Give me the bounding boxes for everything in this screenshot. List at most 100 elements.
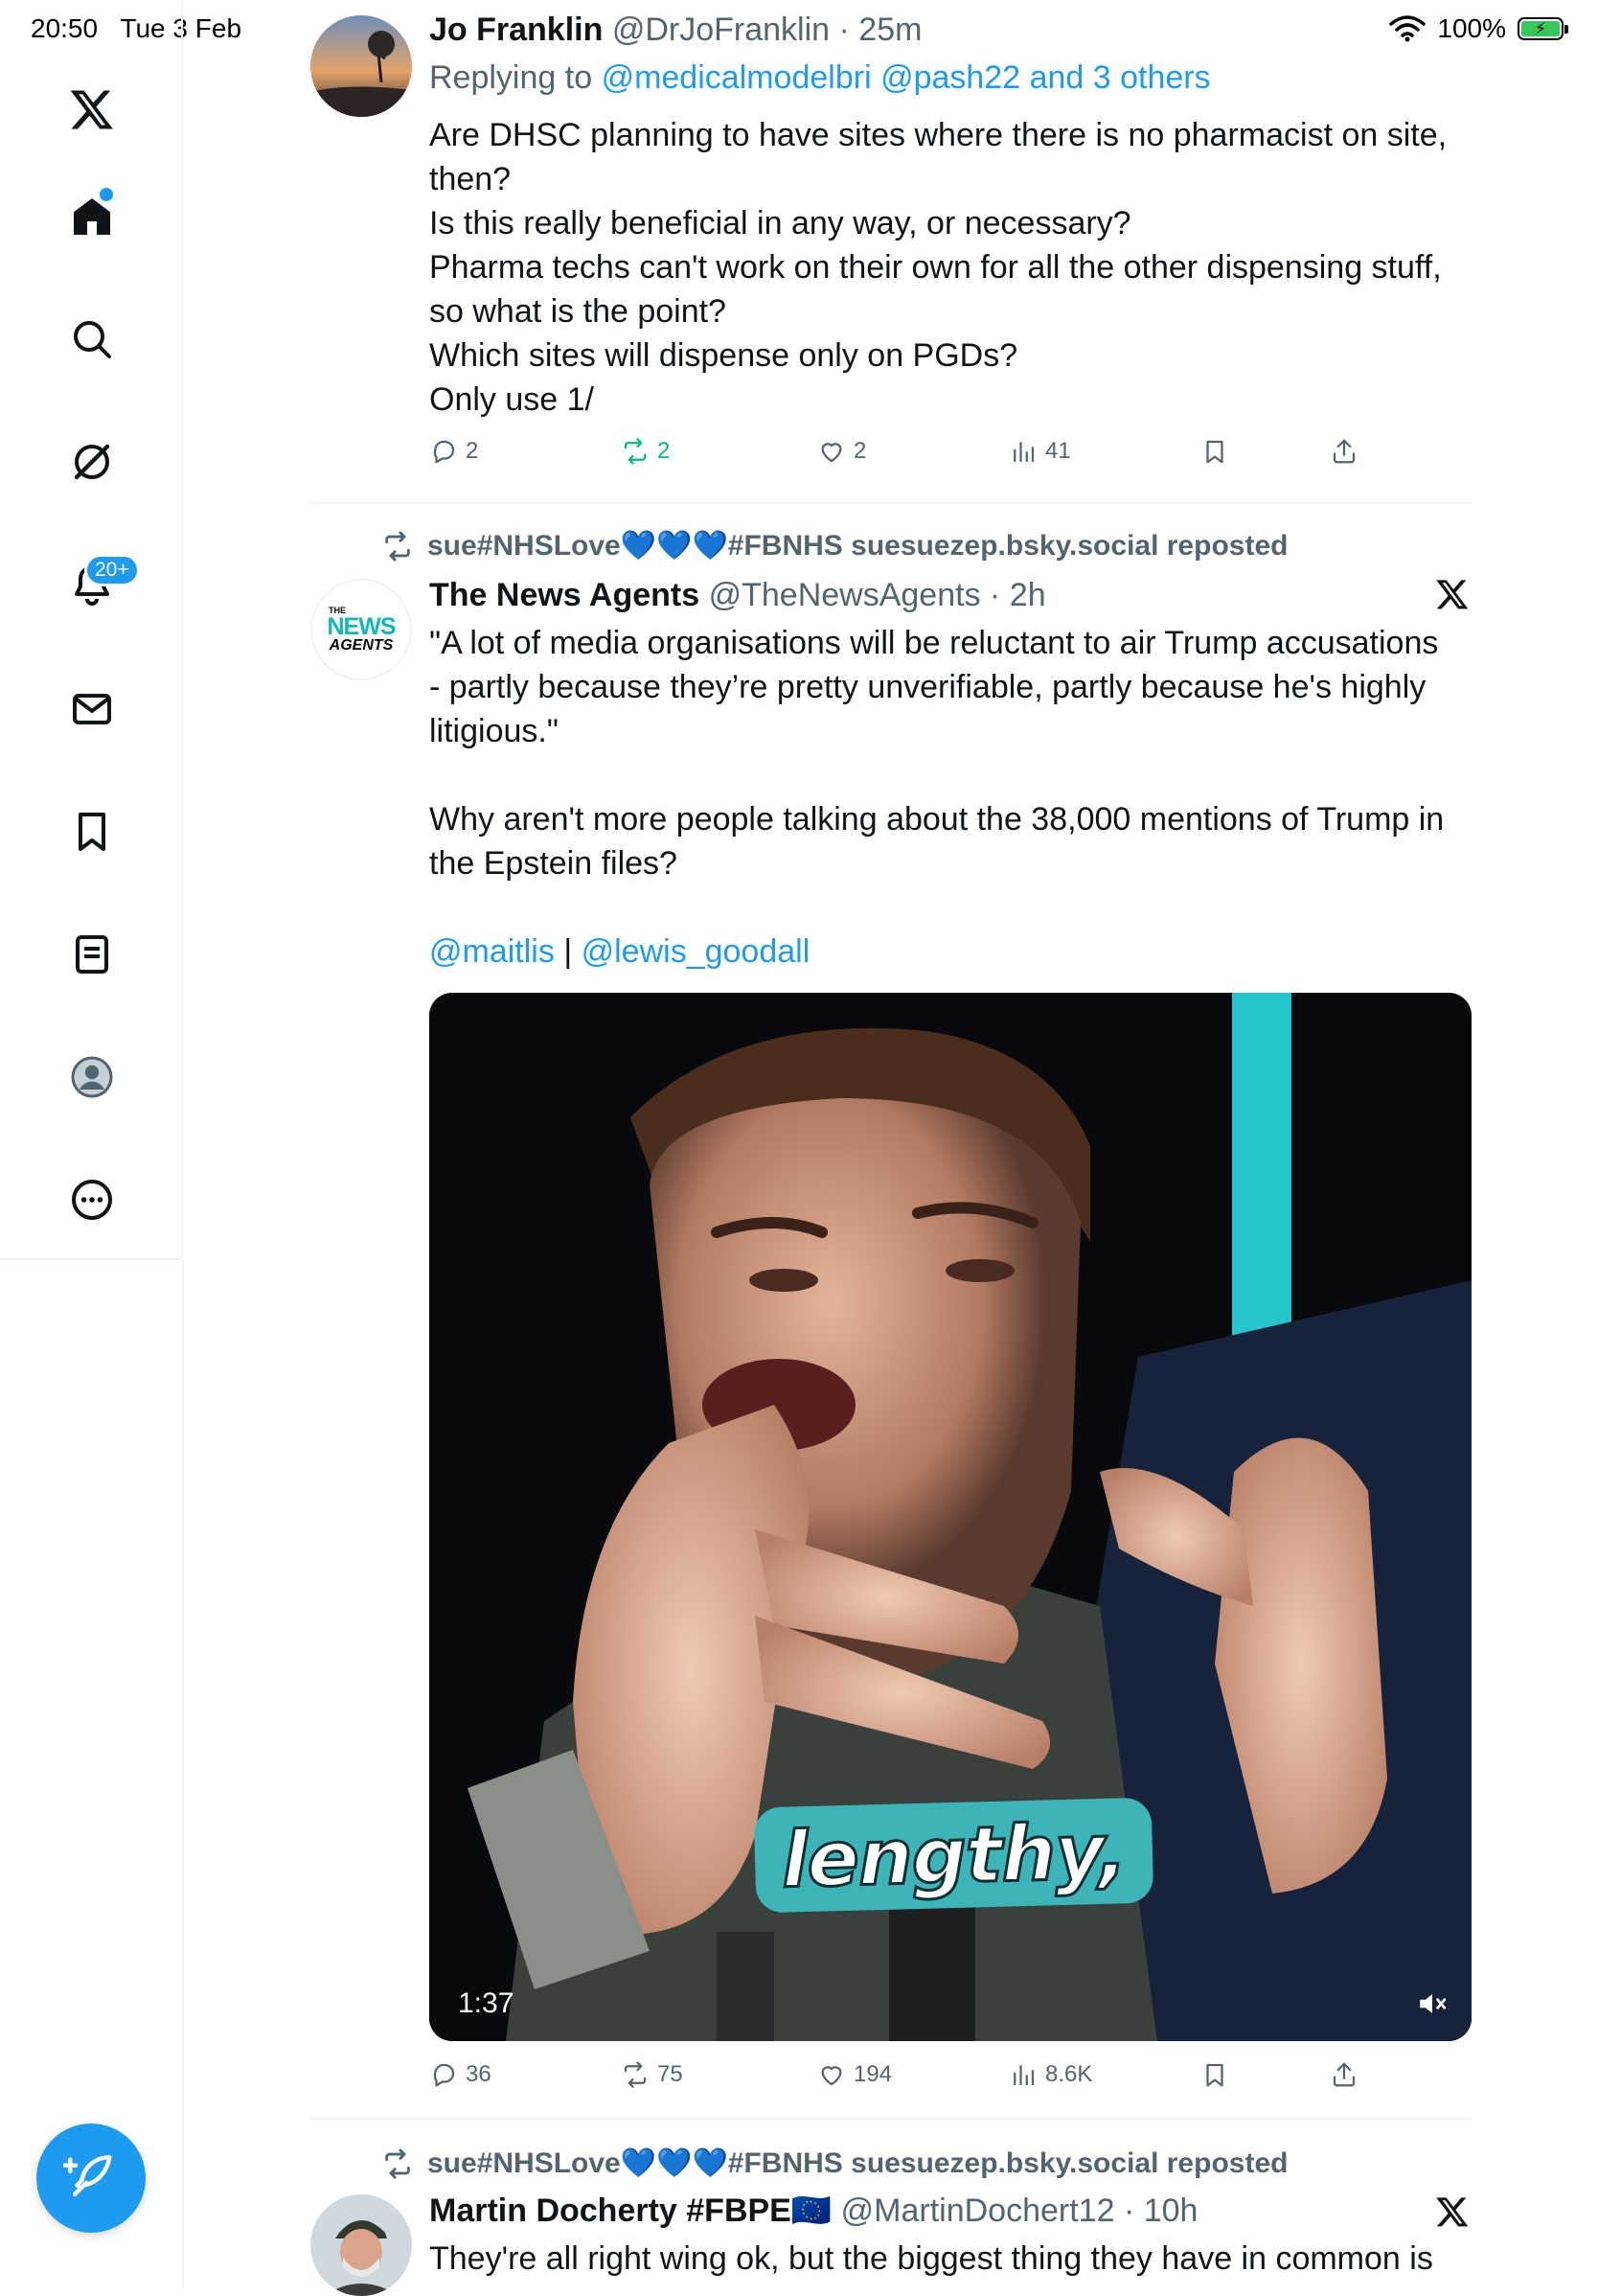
mention-link[interactable]: @lewis_goodall bbox=[582, 933, 810, 970]
author-handle[interactable]: @MartinDochert12 bbox=[841, 2193, 1115, 2229]
views-chart-icon bbox=[1014, 2065, 1035, 2086]
post-text-line: Pharma techs can't work on their own for… bbox=[429, 249, 1442, 286]
avatar[interactable] bbox=[310, 15, 412, 117]
heart-icon bbox=[821, 443, 842, 463]
post-text-line: so what is the point? bbox=[429, 293, 726, 330]
mention-separator: | bbox=[563, 933, 573, 970]
post-header: The News Agents @TheNewsAgents · 2h bbox=[429, 577, 1046, 613]
post-text-line: Why aren't more people talking about the… bbox=[429, 801, 1445, 838]
replying-to: Replying to @medicalmodelbri @pash22 and… bbox=[429, 56, 1211, 100]
post-time[interactable]: 10h bbox=[1144, 2193, 1198, 2229]
man-avatar-image bbox=[310, 2194, 412, 2296]
reply-count: 2 bbox=[466, 438, 479, 464]
like-count: 2 bbox=[854, 438, 867, 464]
post-text-line: They're all right wing ok, but the bigge… bbox=[429, 2240, 1433, 2277]
post-text-line: Are DHSC planning to have sites where th… bbox=[429, 117, 1448, 153]
repost-context: sue#NHSLove💙💙💙#FBNHS suesuezep.bsky.soci… bbox=[381, 529, 1288, 563]
avatar-logo-agents: AGENTS bbox=[329, 636, 394, 654]
avatar[interactable] bbox=[310, 2194, 412, 2296]
views-count: 8.6K bbox=[1045, 2061, 1093, 2087]
post-text: Are DHSC planning to have sites where th… bbox=[429, 113, 1447, 422]
x-source-icon bbox=[1435, 2194, 1470, 2234]
author-name[interactable]: Jo Franklin bbox=[429, 11, 603, 48]
views-button[interactable]: 41 bbox=[1009, 437, 1200, 466]
like-count: 194 bbox=[854, 2061, 893, 2087]
bookmark-icon bbox=[1206, 2063, 1223, 2087]
grok-icon[interactable] bbox=[59, 429, 125, 494]
author-name[interactable]: Martin Docherty #FBPE🇪🇺 bbox=[429, 2193, 832, 2229]
post-text-line: the Epstein files? bbox=[429, 845, 677, 882]
x-source-icon bbox=[1435, 577, 1470, 616]
repost-count: 75 bbox=[657, 2061, 683, 2087]
messages-icon[interactable] bbox=[59, 677, 125, 742]
search-icon[interactable] bbox=[59, 307, 125, 372]
post-text: "A lot of media organisations will be re… bbox=[429, 621, 1444, 974]
like-button[interactable]: 194 bbox=[817, 2060, 1009, 2089]
replying-to-users[interactable]: @medicalmodelbri @pash22 and 3 others bbox=[602, 59, 1211, 96]
reply-count: 36 bbox=[466, 2061, 491, 2087]
repost-button[interactable]: 75 bbox=[621, 2060, 817, 2089]
replying-prefix: Replying to bbox=[429, 59, 593, 96]
repost-count: 2 bbox=[657, 438, 671, 464]
share-icon bbox=[1333, 2062, 1356, 2087]
post-text-line: then? bbox=[429, 161, 512, 197]
author-handle[interactable]: @DrJoFranklin bbox=[612, 11, 830, 48]
post-actions: 36 75 194 8.6K bbox=[429, 2060, 1473, 2089]
post-mentions: @maitlis | @lewis_goodall bbox=[429, 930, 1444, 974]
views-button[interactable]: 8.6K bbox=[1009, 2060, 1200, 2089]
share-icon bbox=[1333, 439, 1356, 464]
notifications-badge: 20+ bbox=[84, 554, 140, 586]
repost-icon bbox=[385, 2147, 410, 2179]
bookmark-button[interactable] bbox=[1200, 437, 1330, 466]
repost-icon bbox=[624, 2061, 647, 2088]
bookmark-button[interactable] bbox=[1200, 2060, 1330, 2089]
heart-icon bbox=[821, 2066, 842, 2086]
post-text: They're all right wing ok, but the bigge… bbox=[429, 2237, 1433, 2281]
post-text-line bbox=[429, 753, 1444, 797]
post-divider bbox=[310, 2118, 1472, 2120]
reply-button[interactable]: 2 bbox=[429, 437, 621, 466]
status-indicators: 100% ⚡ bbox=[1389, 13, 1568, 44]
wifi-icon bbox=[1389, 15, 1427, 42]
home-icon[interactable] bbox=[59, 184, 125, 249]
bookmark-icon bbox=[1206, 440, 1223, 464]
mute-icon[interactable] bbox=[1416, 1987, 1449, 2020]
post-text-line bbox=[429, 885, 1444, 930]
sunset-avatar-image bbox=[310, 15, 412, 117]
post-time[interactable]: 2h bbox=[1010, 577, 1046, 613]
repost-context: sue#NHSLove💙💙💙#FBNHS suesuezep.bsky.soci… bbox=[381, 2147, 1288, 2180]
profile-avatar-icon[interactable] bbox=[59, 1045, 125, 1110]
reply-icon bbox=[433, 440, 455, 464]
post-time[interactable]: 25m bbox=[858, 11, 922, 48]
mention-link[interactable]: @maitlis bbox=[429, 933, 555, 970]
battery-percent: 100% bbox=[1437, 13, 1506, 43]
author-handle[interactable]: @TheNewsAgents bbox=[709, 577, 981, 613]
repost-button[interactable]: 2 bbox=[621, 437, 817, 466]
x-logo-icon[interactable] bbox=[59, 77, 125, 142]
avatar[interactable]: THE NEWS AGENTS bbox=[310, 579, 412, 680]
video-caption-text: lengthy, bbox=[779, 1804, 1129, 1905]
bookmarks-icon[interactable] bbox=[59, 799, 125, 864]
post-text-line: litigious." bbox=[429, 713, 559, 749]
reposted-by-text[interactable]: sue#NHSLove💙💙💙#FBNHS suesuezep.bsky.soci… bbox=[427, 2147, 1288, 2180]
reply-button[interactable]: 36 bbox=[429, 2060, 621, 2089]
share-button[interactable] bbox=[1330, 2060, 1387, 2089]
views-count: 41 bbox=[1045, 438, 1071, 464]
battery-icon: ⚡ bbox=[1518, 17, 1568, 40]
compose-post-button[interactable] bbox=[36, 2124, 146, 2233]
post-text-line: Is this really beneficial in any way, or… bbox=[429, 205, 1131, 241]
more-options-icon[interactable] bbox=[59, 1167, 125, 1232]
like-button[interactable]: 2 bbox=[817, 437, 1009, 466]
reposted-by-text[interactable]: sue#NHSLove💙💙💙#FBNHS suesuezep.bsky.soci… bbox=[427, 529, 1288, 563]
author-name[interactable]: The News Agents bbox=[429, 577, 699, 613]
lists-icon[interactable] bbox=[59, 922, 125, 987]
reply-icon bbox=[433, 2063, 455, 2087]
video-player[interactable]: lengthy, 1:37 bbox=[429, 993, 1472, 2041]
share-button[interactable] bbox=[1330, 437, 1387, 466]
post-actions: 2 2 2 41 bbox=[429, 437, 1473, 466]
views-chart-icon bbox=[1014, 442, 1035, 463]
compose-feather-icon bbox=[63, 2155, 112, 2197]
sidebar-border bbox=[182, 1260, 184, 2288]
post-header: Jo Franklin @DrJoFranklin · 25m bbox=[429, 11, 923, 48]
post-header: Martin Docherty #FBPE🇪🇺 @MartinDochert12… bbox=[429, 2193, 1198, 2229]
